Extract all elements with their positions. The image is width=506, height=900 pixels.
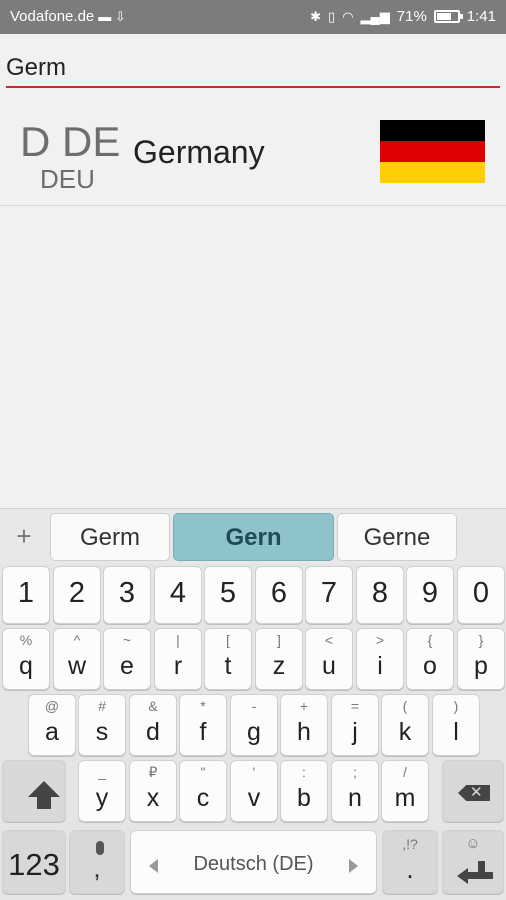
key-n[interactable]: ; n xyxy=(331,760,379,822)
key-b[interactable]: :b xyxy=(280,760,328,822)
shift-key[interactable] xyxy=(2,760,66,822)
key-f[interactable]: * f xyxy=(179,694,227,756)
germany-flag-icon xyxy=(380,120,485,183)
key-e[interactable]: ~ e xyxy=(103,628,151,690)
key-0[interactable]: 0 xyxy=(457,566,505,624)
numbers-key[interactable]: 123 xyxy=(2,830,66,894)
battery-percent: 71% xyxy=(396,8,427,25)
key-1[interactable]: 1 xyxy=(2,566,50,624)
period-key[interactable]: ,!? . xyxy=(382,830,438,894)
carrier-label: Vodafone.de xyxy=(10,8,95,25)
signal-icon: ▂▄▆ xyxy=(360,8,390,24)
backspace-key[interactable]: ✕ xyxy=(442,760,504,822)
backspace-icon: ✕ xyxy=(458,785,490,801)
add-word-button[interactable]: + xyxy=(0,509,48,565)
key-i[interactable]: > i xyxy=(356,628,404,690)
key-q[interactable]: % q xyxy=(2,628,50,690)
key-h[interactable]: + h xyxy=(280,694,328,756)
key-s[interactable]: # s xyxy=(78,694,126,756)
key-9[interactable]: 9 xyxy=(406,566,454,624)
key-v[interactable]: ' v xyxy=(230,760,278,822)
soft-keyboard: + Germ Gern Gerne 1 2 3 4 5 6 7 8 9 0 % q… xyxy=(0,508,506,900)
key-d[interactable]: & d xyxy=(129,694,177,756)
key-m[interactable]: / m xyxy=(381,760,429,822)
shift-arrow-icon xyxy=(28,781,60,797)
key-8[interactable]: 8 xyxy=(356,566,404,624)
key-z[interactable]: ] z xyxy=(255,628,303,690)
key-p[interactable]: } p xyxy=(457,628,505,690)
vibrate-icon: ▯ xyxy=(328,8,336,24)
enter-arrow-icon xyxy=(457,861,493,884)
country-name: Germany xyxy=(133,134,265,170)
key-k[interactable]: (k xyxy=(381,694,429,756)
comma-key[interactable]: , xyxy=(69,830,125,894)
key-l[interactable]: ) l xyxy=(432,694,480,756)
key-j[interactable]: = j xyxy=(331,694,379,756)
key-5[interactable]: 5 xyxy=(204,566,252,624)
enter-key[interactable]: ☺ xyxy=(442,830,504,894)
country-codes: D DE DEU xyxy=(20,118,124,194)
suggestion-3[interactable]: Gerne xyxy=(337,513,457,561)
key-w[interactable]: ^ w xyxy=(53,628,101,690)
flag-stripe-black xyxy=(380,120,485,141)
key-a[interactable]: @ a xyxy=(28,694,76,756)
battery-icon xyxy=(433,10,463,23)
key-7[interactable]: 7 xyxy=(305,566,353,624)
country-code-iso3: DEU xyxy=(40,164,95,194)
key-u[interactable]: < u xyxy=(305,628,353,690)
arrow-right-icon xyxy=(349,859,358,873)
flag-stripe-gold xyxy=(380,162,485,183)
key-o[interactable]: {o xyxy=(406,628,454,690)
usb-icon: ▬ ⇩ xyxy=(98,8,126,24)
key-4[interactable]: 4 xyxy=(154,566,202,624)
space-key[interactable]: Deutsch (DE) xyxy=(130,830,377,894)
key-g[interactable]: -g xyxy=(230,694,278,756)
wifi-icon: ◠ xyxy=(342,8,354,24)
suggestion-1[interactable]: Germ xyxy=(50,513,170,561)
bluetooth-icon: ✱ xyxy=(310,8,322,24)
search-field[interactable] xyxy=(6,44,500,88)
clock: 1:41 xyxy=(466,8,496,25)
key-c[interactable]: " c xyxy=(179,760,227,822)
flag-stripe-red xyxy=(380,141,485,162)
suggestion-bar: + Germ Gern Gerne xyxy=(0,508,506,564)
space-language-label: Deutsch (DE) xyxy=(193,853,314,875)
key-2[interactable]: 2 xyxy=(53,566,101,624)
key-r[interactable]: | r xyxy=(154,628,202,690)
key-y[interactable]: _ y xyxy=(78,760,126,822)
suggestion-2[interactable]: Gern xyxy=(173,513,334,561)
key-t[interactable]: [t xyxy=(204,628,252,690)
status-bar: Vodafone.de ▬ ⇩ ✱ ▯ ◠ ▂▄▆ 71% 1:41 xyxy=(0,0,506,34)
country-code-letters: D DE xyxy=(20,118,121,165)
key-x[interactable]: ₽ x xyxy=(129,760,177,822)
key-6[interactable]: 6 xyxy=(255,566,303,624)
key-3[interactable]: 3 xyxy=(103,566,151,624)
country-search-input[interactable] xyxy=(6,44,500,84)
emoji-icon: ☺ xyxy=(465,835,481,852)
